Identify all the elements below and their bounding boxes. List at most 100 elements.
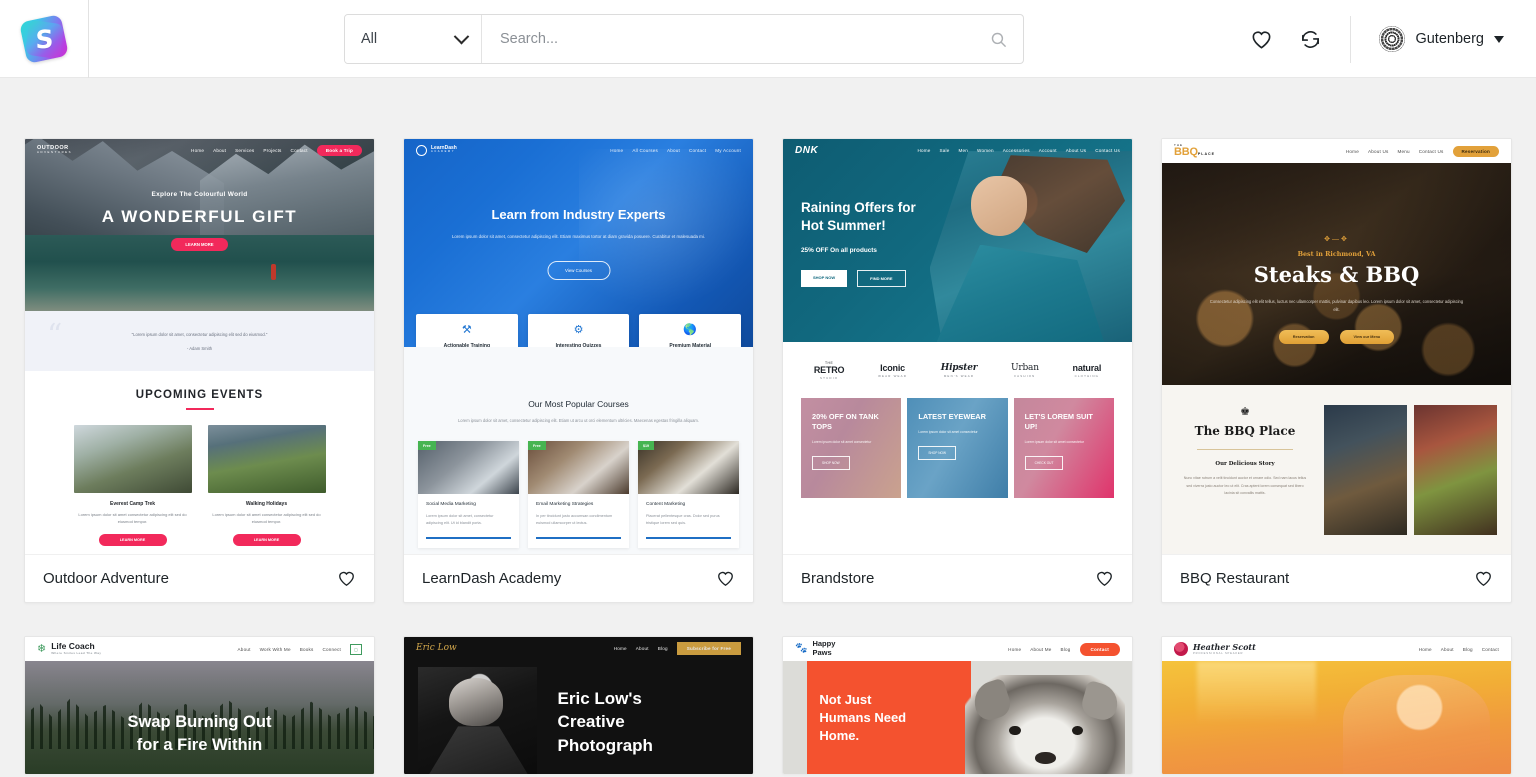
site-nav: THE BBQPLACE Home About Us Menu Contact … [1162, 139, 1511, 163]
site-nav-item: Books [299, 646, 314, 652]
template-preview[interactable]: LearnDash ACADEMY Home All Courses About… [404, 139, 753, 554]
template-card-brandstore[interactable]: DNK Home Sale Men Women Accessories Acco… [782, 138, 1133, 603]
feature-card: ⚒ Actionable Training Lorem ipsum dolor … [416, 313, 518, 347]
site-nav-item: Home [610, 147, 624, 153]
site-nav-item: My Account [715, 147, 741, 153]
heart-icon[interactable] [716, 569, 735, 588]
promo-cta: CHECK OUT [1024, 455, 1064, 470]
event-title: Walking Holidays [245, 501, 288, 507]
hero-title: Steaks & BBQ [1253, 262, 1420, 287]
hero-title: A WONDERFUL GIFT [101, 207, 298, 226]
site-hero: LearnDash ACADEMY Home All Courses About… [404, 139, 753, 347]
course-image: Free [418, 441, 519, 495]
quote-icon: “ [47, 318, 63, 353]
story-desc: Nunc vitae rutrum a velit tincidunt auct… [1183, 476, 1307, 496]
template-preview[interactable]: DNK Home Sale Men Women Accessories Acco… [783, 139, 1132, 554]
category-select[interactable]: All [345, 15, 482, 63]
card-footer: LearnDash Academy [404, 554, 753, 602]
site-nav: OUTDOOR ADVENTURES Home About Services P… [25, 139, 374, 161]
site-nav: Heather Scott PROFESSIONAL SPEAKER Home … [1162, 637, 1511, 661]
site-nav-item: Home [613, 645, 627, 651]
site-brand: THE BBQPLACE [1174, 144, 1215, 158]
promo-cta: SHOP NOW [918, 445, 956, 460]
story-image [1414, 405, 1498, 535]
template-preview[interactable]: Heather Scott PROFESSIONAL SPEAKER Home … [1162, 637, 1511, 774]
site-hero: ✥—✥ Best in Richmond, VA Steaks & BBQ Co… [1162, 163, 1511, 385]
template-preview[interactable]: THE BBQPLACE Home About Us Menu Contact … [1162, 139, 1511, 554]
course-desc: Placerat pellentesque cras. Dolor sed pu… [646, 514, 720, 526]
brand-logo-main: RETRO [813, 364, 845, 375]
hero-title-line3: Home. [819, 727, 860, 743]
event-title: Everest Camp Trek [109, 501, 156, 507]
feature-cards: ⚒ Actionable Training Lorem ipsum dolor … [416, 313, 742, 347]
paw-icon: 🐾 [795, 643, 808, 654]
search-input[interactable] [500, 31, 990, 47]
site-nav-item: Sale [939, 147, 950, 153]
site-nav-item: About Us [1065, 147, 1087, 153]
hero-subtitle: Explore The Colourful World [151, 191, 248, 198]
heart-icon[interactable] [1250, 28, 1273, 51]
site-nav: ❄ Life Coach Where Smiles Lead The Way A… [25, 637, 374, 661]
site-nav: 🐾 Happy Paws Home About Me Blog Contact [783, 637, 1132, 661]
flower-icon: ❄ [37, 642, 47, 655]
brand-logo: THE RETRO STUDIO [814, 361, 845, 380]
courses-heading: Our Most Popular Courses [528, 399, 629, 409]
site-nav-item: Women [977, 147, 994, 153]
hero-subtitle: 25% OFF On all products [801, 247, 877, 255]
template-card-heather-scott[interactable]: Heather Scott PROFESSIONAL SPEAKER Home … [1161, 636, 1512, 774]
site-nav: Eric Low Home About Blog Subscribe for F… [404, 637, 753, 659]
site-nav-item: Accessories [1002, 147, 1030, 153]
site-events: UPCOMING EVENTS Everest Camp Trek Lorem … [25, 371, 374, 546]
template-preview[interactable]: ❄ Life Coach Where Smiles Lead The Way A… [25, 637, 374, 774]
brand-logo: natural CLOTHING [1073, 363, 1102, 378]
course-image: $19 [638, 441, 739, 495]
site-nav-item: Contact [290, 147, 308, 153]
template-card-bbq-restaurant[interactable]: THE BBQPLACE Home About Us Menu Contact … [1161, 138, 1512, 603]
site-nav-item: About [237, 646, 251, 652]
brand-logo-main: Iconic [880, 362, 905, 373]
search-field[interactable] [482, 15, 1023, 63]
template-preview[interactable]: OUTDOOR ADVENTURES Home About Services P… [25, 139, 374, 554]
hero-title-line3: Photograph [557, 735, 653, 755]
training-icon: ⚒ [461, 323, 472, 336]
template-card-eric-low[interactable]: Eric Low Home About Blog Subscribe for F… [403, 636, 754, 774]
site-nav-item: Services [235, 147, 255, 153]
promo-card: LET'S LOREM SUIT UP! Lorem ipsum dolor s… [1013, 398, 1114, 498]
heart-icon[interactable] [1095, 569, 1114, 588]
course-badge: Free [528, 441, 546, 451]
hero-title: Learn from Industry Experts [491, 207, 666, 222]
story-image [1324, 405, 1408, 535]
template-preview[interactable]: 🐾 Happy Paws Home About Me Blog Contact [783, 637, 1132, 774]
template-card-life-coach[interactable]: ❄ Life Coach Where Smiles Lead The Way A… [24, 636, 375, 774]
template-card-outdoor-adventure[interactable]: OUTDOOR ADVENTURES Home About Services P… [24, 138, 375, 603]
event-card: Everest Camp Trek Lorem ipsum dolor sit … [73, 425, 192, 546]
site-brand-line2: ACADEMY [431, 150, 456, 154]
brand-logo-bottom: CLOTHING [1074, 373, 1100, 378]
site-nav-item: Contact [1481, 646, 1499, 652]
hero-cta-secondary: View our Menu [1339, 330, 1395, 345]
site-nav-item: Home [1418, 646, 1432, 652]
card-footer: Brandstore [783, 554, 1132, 602]
chevron-down-icon [453, 28, 470, 44]
course-card: Free Email Marketing Strategies In per t… [528, 441, 629, 549]
user-menu[interactable]: Gutenberg [1351, 26, 1536, 52]
header-icon-group [1250, 15, 1352, 63]
heart-icon[interactable] [337, 569, 356, 588]
site-nav-item: About [1440, 646, 1454, 652]
card-title: LearnDash Academy [422, 570, 562, 587]
template-card-happy-paws[interactable]: 🐾 Happy Paws Home About Me Blog Contact [782, 636, 1133, 774]
site-brand-line2: ADVENTURES [37, 150, 73, 155]
site-nav-item: Blog [657, 645, 668, 651]
brand-logo-bottom: MEN'S WEAR [943, 373, 975, 378]
template-preview[interactable]: Eric Low Home About Blog Subscribe for F… [404, 637, 753, 774]
heart-icon[interactable] [1474, 569, 1493, 588]
brand-logo-main: natural [1072, 362, 1102, 373]
refresh-icon[interactable] [1299, 28, 1322, 51]
event-cta: LEARN MORE [232, 533, 301, 546]
hero-cta-primary: Reservation [1278, 330, 1329, 345]
template-card-learndash-academy[interactable]: LearnDash ACADEMY Home All Courses About… [403, 138, 754, 603]
card-title: BBQ Restaurant [1180, 570, 1290, 587]
site-brand: DNK [795, 144, 819, 156]
card-footer: Outdoor Adventure [25, 554, 374, 602]
app-logo[interactable]: S [0, 0, 89, 78]
